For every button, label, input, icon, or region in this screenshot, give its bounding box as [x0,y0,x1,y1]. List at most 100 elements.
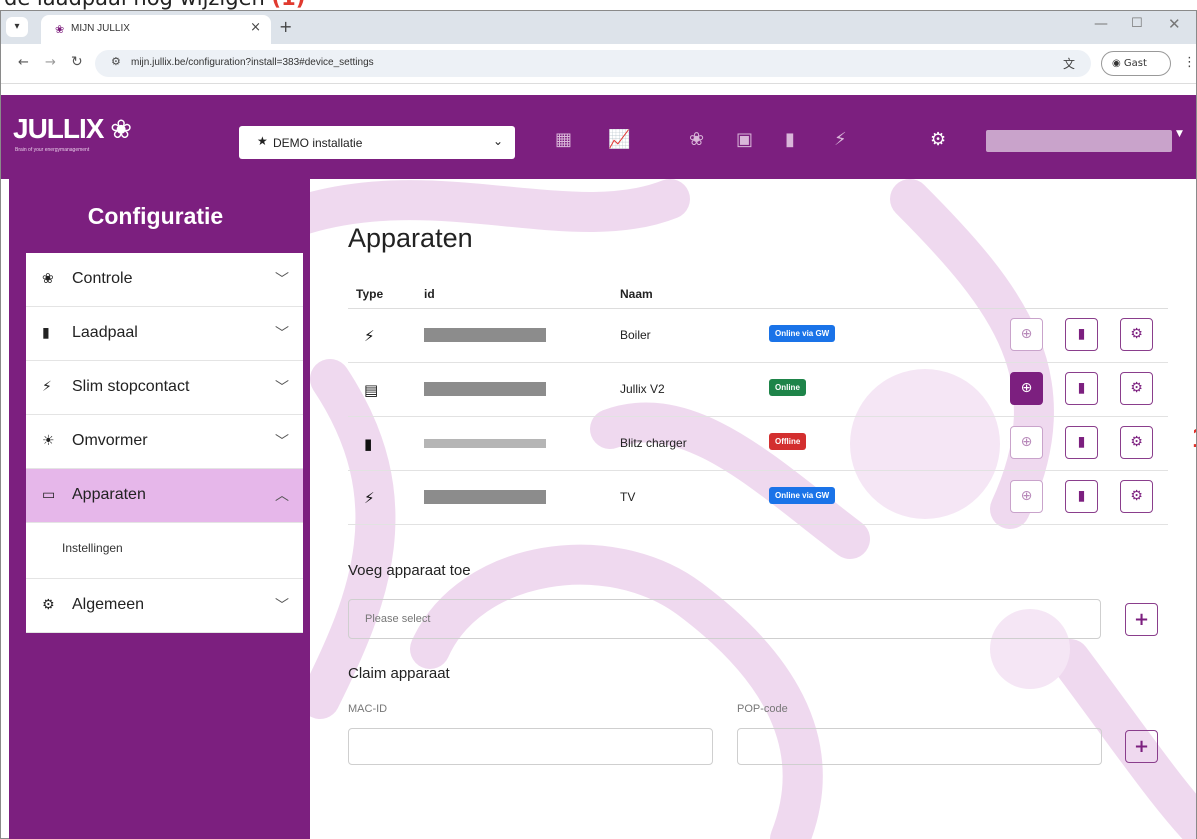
plug-icon: ⚡ [42,379,52,395]
guest-profile-button[interactable]: ◉ Gast [1101,51,1171,76]
status-badge: Offline [769,433,807,450]
sidebar-menu: ❀ Controle ﹀ ▮ Laadpaal ﹀ ⚡ Slim stopcon… [26,253,303,633]
connect-button[interactable]: ⊕ [1010,318,1043,351]
reload-icon[interactable]: ↻ [71,54,83,70]
brain-icon[interactable]: ❀ [689,128,704,152]
redacted-id [424,490,546,504]
pop-code-label: POP-code [737,703,788,715]
charger-icon: ▮ [364,435,373,453]
delete-button[interactable]: ▮ [1065,480,1098,513]
address-bar: ← → ↻ ⚙ mijn.jullix.be/configuration?ins… [1,44,1196,84]
settings-button[interactable]: ⚙ [1120,480,1153,513]
app-header: JULLIX ❀ Brain of your energymanagement … [1,95,1196,179]
delete-button[interactable]: ▮ [1065,426,1098,459]
connect-icon: ⊕ [1020,488,1033,504]
tab-close-icon[interactable]: × [250,20,261,35]
caption: de laadpaal nog wijzigen (1) [0,0,1197,10]
settings-button[interactable]: ⚙ [1120,426,1153,459]
favicon-icon: ❀ [55,23,65,36]
device-type-select[interactable]: Please select [348,599,1101,639]
forward-icon[interactable]: → [45,55,56,70]
new-tab-icon[interactable]: + [279,17,292,36]
claim-device-button[interactable]: + [1125,730,1158,763]
chevron-down-icon: ﹀ [275,380,289,396]
plug-icon[interactable]: ⚡ [834,128,847,152]
installation-select[interactable]: ★ DEMO installatie ⌄ [239,126,515,159]
chevron-down-icon: ﹀ [275,272,289,288]
maximize-icon[interactable]: ☐ [1131,16,1143,31]
add-device-button[interactable]: + [1125,603,1158,636]
jullix-logo[interactable]: JULLIX ❀ [13,113,132,145]
column-header-type: Type [356,287,384,301]
sidebar-subitem-instellingen[interactable]: Instellingen [26,523,303,579]
settings-button[interactable]: ⚙ [1120,318,1153,351]
sidebar-item-controle[interactable]: ❀ Controle ﹀ [26,253,303,307]
device-name: TV [620,490,636,504]
trash-icon: ▮ [1077,434,1086,450]
menu-icon[interactable]: ⋮ [1183,55,1196,70]
close-window-icon[interactable]: ✕ [1168,15,1181,33]
sidebar-item-apparaten[interactable]: ▭ Apparaten ︿ [26,469,303,523]
charger-icon: ▮ [42,325,50,341]
tab-bar: ▾ ❀ MIJN JULLIX × + — ☐ ✕ [1,11,1196,44]
sidebar-item-label: Omvormer [72,432,148,449]
delete-button[interactable]: ▮ [1065,318,1098,351]
site-info-icon[interactable]: ⚙ [111,55,121,68]
plug-icon: ⚡ [364,489,375,507]
status-badge: Online via GW [769,325,836,342]
connect-button[interactable]: ⊕ [1010,480,1043,513]
gateway-icon: ▤ [364,381,379,399]
minimize-icon[interactable]: — [1094,16,1108,32]
back-icon[interactable]: ← [18,55,29,70]
trash-icon: ▮ [1077,380,1086,396]
column-header-id: id [424,287,435,301]
sidebar-item-label: Controle [72,270,133,287]
status-badge: Online via GW [769,487,836,504]
redacted-id [424,439,546,448]
sidebar-item-label: Algemeen [72,596,145,613]
sidebar-item-label: Slim stopcontact [72,378,190,395]
sidebar-title: Configuratie [87,203,224,229]
device-icon: ▭ [42,487,56,503]
table-row: ⚡ TV Online via GW ⊕ ▮ ⚙ [348,471,1168,525]
add-device-title: Voeg apparaat toe [348,562,471,579]
connect-icon: ⊕ [1020,380,1033,396]
trash-icon: ▮ [1077,488,1086,504]
sidebar-item-algemeen[interactable]: ⚙ Algemeen ﹀ [26,579,303,633]
mac-id-field[interactable] [348,728,713,765]
connect-button[interactable]: ⊕ [1010,426,1043,459]
logo-tagline: Brain of your energymanagement [15,147,90,153]
table-row: ▮ Blitz charger Offline ⊕ ▮ ⚙ 1 [348,417,1196,471]
settings-button[interactable]: ⚙ [1120,372,1153,405]
money-icon[interactable]: ▣ [736,128,753,152]
user-menu[interactable] [986,130,1172,152]
select-placeholder: Please select [365,613,431,625]
url-field[interactable]: ⚙ mijn.jullix.be/configuration?install=3… [95,50,1091,77]
user-caret-icon[interactable]: ▼ [1176,129,1183,139]
star-icon: ★ [257,134,268,148]
sidebar-item-slim-stopcontact[interactable]: ⚡ Slim stopcontact ﹀ [26,361,303,415]
dashboard-icon[interactable]: ▦ [555,128,572,152]
plus-icon: + [1133,736,1150,757]
plus-icon: + [1133,609,1150,630]
tab-search-icon[interactable]: ▾ [6,17,28,37]
translate-icon[interactable]: 文 [1063,55,1075,72]
trash-icon: ▮ [1077,326,1086,342]
gear-icon[interactable]: ⚙ [930,128,946,152]
table-row: ▤ Jullix V2 Online ⊕ ▮ ⚙ [348,363,1168,417]
page-title: Apparaten [348,223,473,253]
devices-table: Type id Naam ⚡ Boiler Online via GW ⊕ ▮ … [348,279,1196,525]
pop-code-field[interactable] [737,728,1102,765]
sidebar-item-omvormer[interactable]: ☀ Omvormer ﹀ [26,415,303,469]
delete-button[interactable]: ▮ [1065,372,1098,405]
annotation-marker: 1 [1192,422,1196,455]
url-text: mijn.jullix.be/configuration?install=383… [131,57,374,68]
brain-icon: ❀ [42,271,54,287]
connect-button[interactable]: ⊕ [1010,372,1043,405]
charger-icon[interactable]: ▮ [785,128,795,152]
sidebar-item-label: Laadpaal [72,324,138,341]
tab-title: MIJN JULLIX [71,23,130,34]
sidebar-item-laadpaal[interactable]: ▮ Laadpaal ﹀ [26,307,303,361]
browser-tab[interactable]: ❀ MIJN JULLIX × [41,15,271,44]
chart-icon[interactable]: 📈 [608,128,630,152]
